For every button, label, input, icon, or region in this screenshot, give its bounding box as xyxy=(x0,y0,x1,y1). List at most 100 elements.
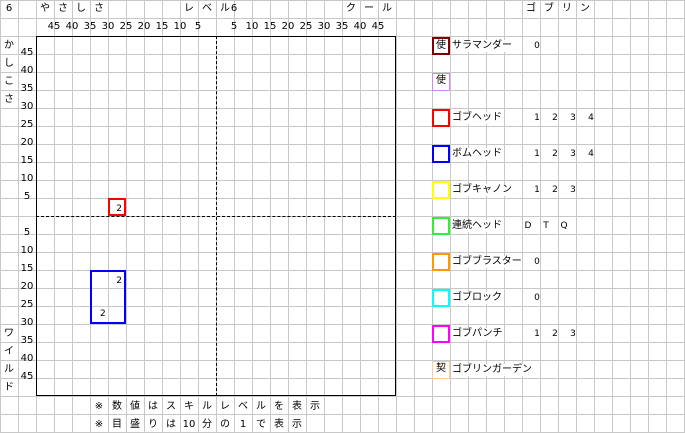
note-char: で xyxy=(256,419,266,430)
legend-level: 3 xyxy=(570,185,576,195)
gob-head-box: 2 xyxy=(108,198,126,216)
note-char: り xyxy=(148,419,158,430)
legend-level: 1 xyxy=(534,329,540,339)
y-label-char: か xyxy=(4,40,14,51)
x-tick: 5 xyxy=(230,21,238,32)
header-char: レ xyxy=(184,3,194,14)
x-tick: 20 xyxy=(281,21,295,32)
y-tick: 15 xyxy=(20,263,34,274)
header-char: ル xyxy=(382,3,392,14)
legend-level: 2 xyxy=(552,149,558,159)
x-tick: 10 xyxy=(173,21,187,32)
note-char: を xyxy=(274,401,284,412)
legend-level: 2 xyxy=(552,113,558,123)
note-char: 盛 xyxy=(130,419,140,430)
note-char: 示 xyxy=(292,419,302,430)
y-tick: 30 xyxy=(20,317,34,328)
note-char: 分 xyxy=(202,419,212,430)
legend-level: 3 xyxy=(570,113,576,123)
legend-level: 4 xyxy=(588,149,594,159)
legend-swatch xyxy=(432,289,450,307)
x-tick: 10 xyxy=(245,21,259,32)
x-tick: 25 xyxy=(119,21,133,32)
y-tick: 30 xyxy=(20,101,34,112)
legend-level: 3 xyxy=(570,329,576,339)
legend-name: ボムヘッド xyxy=(452,148,502,160)
bomb-head-level-top: 2 xyxy=(116,276,122,286)
header-char: ブ xyxy=(544,3,554,14)
note-char: ル xyxy=(202,401,212,412)
gob-head-level: 2 xyxy=(116,204,122,214)
legend-name: サラマンダー xyxy=(452,40,512,52)
note-char: ※ xyxy=(94,419,104,430)
legend-swatch: 使 xyxy=(432,37,450,55)
legend-level: Q xyxy=(560,221,568,231)
legend-level: 0 xyxy=(534,257,540,267)
legend-level: 1 xyxy=(534,149,540,159)
note-char: 10 xyxy=(182,419,196,430)
note-char: ス xyxy=(166,401,176,412)
legend-name: ゴブリンガーデン xyxy=(452,364,532,376)
legend-swatch xyxy=(432,145,450,163)
legend-level: 2 xyxy=(552,329,558,339)
y-label-char: ワ xyxy=(4,328,14,339)
note-char: レ xyxy=(220,401,230,412)
center-level-num: 6 xyxy=(230,3,238,14)
header-char: ン xyxy=(580,3,590,14)
note-char: 表 xyxy=(274,419,284,430)
y-tick: 40 xyxy=(20,65,34,76)
legend-swatch xyxy=(432,181,450,199)
y-tick: 35 xyxy=(20,335,34,346)
legend-swatch: 契 xyxy=(432,361,450,379)
header-char: ベ xyxy=(202,3,212,14)
note-char: の xyxy=(220,419,230,430)
y-label-char: さ xyxy=(4,94,14,105)
y-tick: 10 xyxy=(20,173,34,184)
note-char: 示 xyxy=(310,401,320,412)
y-tick: 5 xyxy=(23,191,31,202)
legend-swatch: 使 xyxy=(432,73,450,91)
legend-level: 1 xyxy=(534,185,540,195)
legend-swatch xyxy=(432,325,450,343)
left-level-num: 6 xyxy=(5,3,13,14)
legend-level: 0 xyxy=(534,41,540,51)
x-tick: 15 xyxy=(155,21,169,32)
bomb-head-level-bottom: 2 xyxy=(100,309,106,319)
header-char: さ xyxy=(58,3,68,14)
legend-level: 2 xyxy=(552,185,558,195)
legend-level: 4 xyxy=(588,113,594,123)
y-tick: 20 xyxy=(20,137,34,148)
x-tick: 35 xyxy=(335,21,349,32)
y-tick: 15 xyxy=(20,155,34,166)
legend-swatch xyxy=(432,253,450,271)
note-char: 1 xyxy=(239,419,247,430)
legend-level: 3 xyxy=(570,149,576,159)
note-char: 表 xyxy=(292,401,302,412)
bomb-head-box: 2 2 xyxy=(90,270,126,324)
header-char: さ xyxy=(94,3,104,14)
y-tick: 25 xyxy=(20,119,34,130)
y-tick: 45 xyxy=(20,371,34,382)
x-tick: 35 xyxy=(83,21,97,32)
header-char: し xyxy=(76,3,86,14)
x-tick: 45 xyxy=(47,21,61,32)
x-tick: 30 xyxy=(317,21,331,32)
y-tick: 40 xyxy=(20,353,34,364)
legend-level: 1 xyxy=(534,113,540,123)
note-char: は xyxy=(148,401,158,412)
x-tick: 45 xyxy=(371,21,385,32)
legend-swatch xyxy=(432,109,450,127)
note-char: ベ xyxy=(238,401,248,412)
y-tick: 20 xyxy=(20,281,34,292)
legend-name: 連続ヘッド xyxy=(452,220,502,232)
y-label-char: ル xyxy=(4,364,14,375)
header-char: や xyxy=(40,3,50,14)
y-tick: 35 xyxy=(20,83,34,94)
header-char: ー xyxy=(364,3,374,14)
header-char: リ xyxy=(562,3,572,14)
legend-name: ゴブブラスター xyxy=(452,256,522,268)
y-label-char: し xyxy=(4,58,14,69)
legend-level: 0 xyxy=(534,293,540,303)
legend-level: D xyxy=(524,221,532,231)
note-char: ル xyxy=(256,401,266,412)
